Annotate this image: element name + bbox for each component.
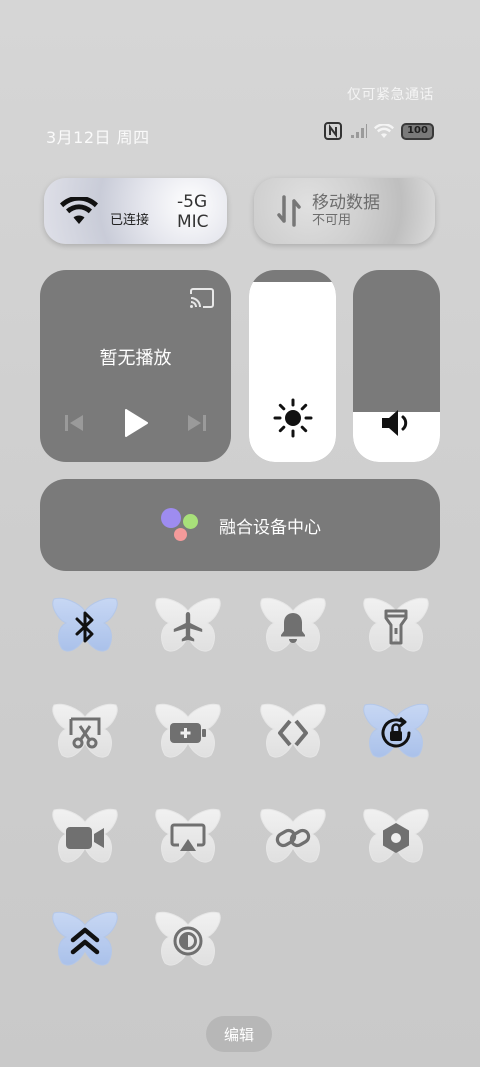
share-arrows-icon (277, 717, 309, 749)
mobile-data-tile[interactable]: 移动数据 不可用 (254, 178, 435, 244)
link-icon (275, 823, 311, 853)
toggle-battery-saver[interactable] (151, 703, 225, 763)
emergency-call-status: 仅可紧急通话 (347, 87, 434, 103)
media-controls (64, 408, 207, 442)
wifi-texts: - 已连接 (110, 193, 149, 229)
mobile-data-texts: 移动数据 不可用 (312, 193, 380, 229)
brightness-slider[interactable] (249, 270, 336, 462)
rotation-lock-icon (378, 715, 414, 751)
wifi-tile[interactable]: - 已连接 -5G MIC (44, 178, 227, 244)
mobile-data-title: 移动数据 (312, 193, 380, 213)
hexagon-icon (380, 821, 412, 855)
wifi-icon (60, 197, 98, 225)
toggle-silent-mode[interactable] (256, 597, 330, 657)
brightness-icon (249, 398, 336, 438)
wifi-ssid: -5G MIC (177, 192, 209, 232)
toggle-performance-mode[interactable] (48, 911, 122, 971)
airplane-icon (171, 610, 205, 644)
toggle-settings-hex[interactable] (359, 808, 433, 868)
cast-icon[interactable] (189, 288, 215, 312)
date-label: 3月12日 周四 (46, 128, 150, 147)
toggle-airplane-mode[interactable] (151, 597, 225, 657)
battery-plus-icon (169, 721, 207, 745)
edit-button[interactable]: 编辑 (206, 1016, 272, 1052)
toggle-flashlight[interactable] (359, 597, 433, 657)
fusion-label: 融合设备中心 (219, 517, 321, 538)
scissors-icon (68, 716, 102, 750)
bell-icon (278, 610, 308, 644)
contrast-icon (172, 925, 204, 957)
next-track-icon[interactable] (187, 413, 207, 437)
toggle-screen-cast[interactable] (151, 808, 225, 868)
toggle-screenshot[interactable] (48, 703, 122, 763)
fusion-device-center-button[interactable]: 融合设备中心 (40, 479, 440, 571)
flashlight-icon (384, 609, 408, 645)
signal-icon (349, 124, 367, 138)
cast-icon (170, 823, 206, 853)
double-chevron-up-icon (70, 926, 100, 956)
video-camera-icon (65, 825, 105, 851)
speaker-icon (353, 408, 440, 438)
device-center-icon (159, 508, 205, 542)
toggle-link[interactable] (256, 808, 330, 868)
nfc-icon (324, 122, 342, 140)
toggle-nearby-share[interactable] (256, 703, 330, 763)
mobile-data-icon (276, 195, 302, 227)
previous-track-icon[interactable] (64, 413, 84, 437)
volume-slider[interactable] (353, 270, 440, 462)
toggle-dark-mode[interactable] (151, 911, 225, 971)
play-icon[interactable] (123, 408, 149, 442)
toggle-bluetooth[interactable] (48, 597, 122, 657)
battery-indicator: 100 (401, 122, 434, 140)
wifi-status: 已连接 (110, 213, 150, 229)
media-player-card[interactable]: 暂无播放 (40, 270, 231, 462)
wifi-status-icon (374, 124, 394, 138)
mobile-data-status: 不可用 (312, 213, 352, 229)
media-title: 暂无播放 (99, 348, 172, 369)
toggle-rotation-lock[interactable] (359, 703, 433, 763)
status-icons: 100 (324, 122, 434, 140)
toggle-screen-record[interactable] (48, 808, 122, 868)
bluetooth-icon (74, 610, 96, 644)
